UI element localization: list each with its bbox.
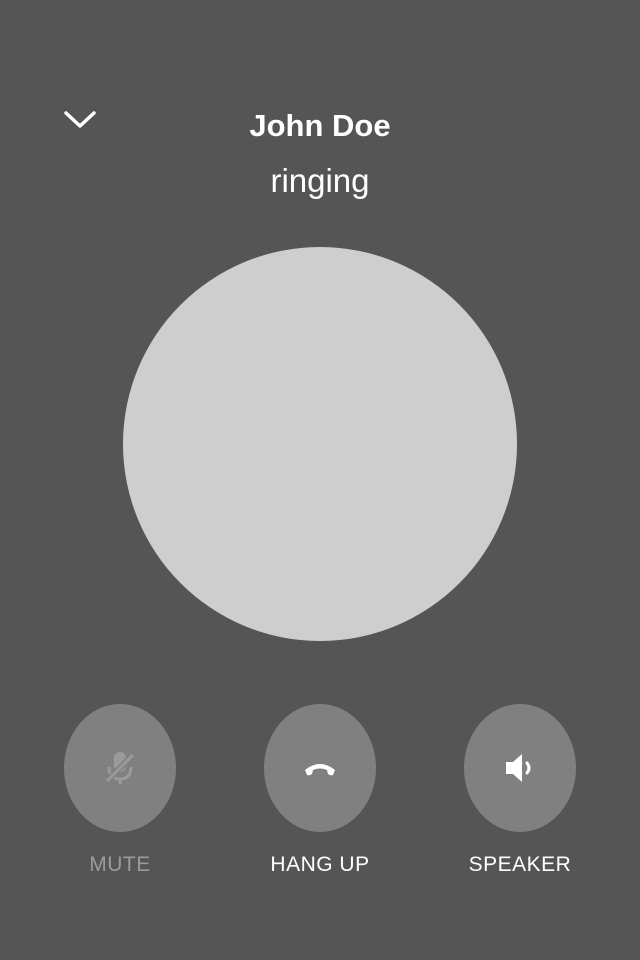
call-status: ringing [270, 162, 370, 199]
mute-action: MUTE [40, 704, 200, 878]
hangup-button[interactable] [264, 704, 376, 832]
microphone-muted-icon [104, 752, 136, 784]
phone-hangup-icon [305, 764, 335, 776]
hangup-label: HANG UP [270, 853, 370, 876]
mute-button[interactable] [64, 704, 176, 832]
caller-name: John Doe [249, 108, 391, 143]
hangup-action: HANG UP [240, 704, 400, 878]
speaker-icon [506, 754, 531, 782]
mute-label: MUTE [89, 853, 151, 876]
call-screen: John Doe ringing MUTE HANG UP SPEAKER [0, 0, 640, 960]
speaker-label: SPEAKER [468, 853, 572, 876]
speaker-button[interactable] [464, 704, 576, 832]
avatar [123, 247, 517, 641]
speaker-action: SPEAKER [440, 704, 600, 878]
